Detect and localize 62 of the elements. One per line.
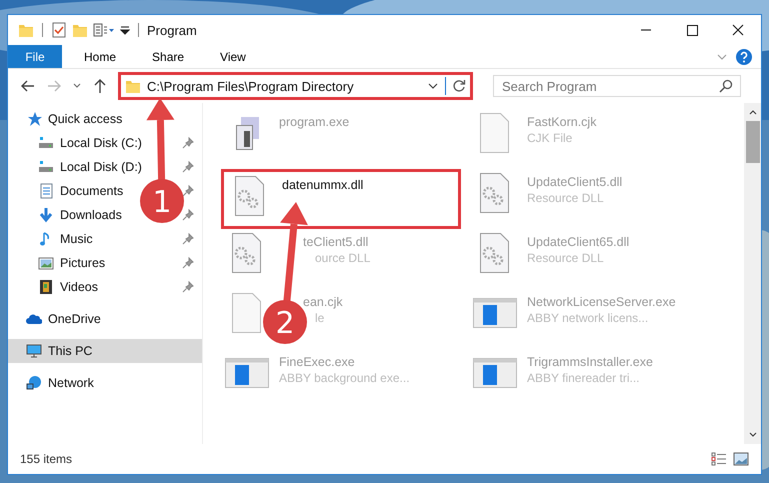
sidebar-item[interactable]: OneDrive: [26, 311, 101, 327]
document-icon: [38, 183, 54, 199]
item-count: 155 items: [20, 452, 72, 466]
file-type: ABBY finereader tri...: [527, 371, 640, 385]
sidebar-item[interactable]: Documents: [38, 183, 124, 199]
picture-icon: [38, 255, 54, 271]
search-icon: [719, 79, 733, 93]
sidebar-item[interactable]: Downloads: [38, 207, 122, 223]
down-arrow-icon: [38, 207, 54, 223]
disk-drive-icon: [38, 159, 54, 175]
star-icon: [26, 111, 42, 127]
refresh-icon[interactable]: [452, 79, 466, 93]
sidebar-item[interactable]: Local Disk (D:): [38, 159, 142, 175]
globe-icon: [26, 375, 42, 391]
film-icon: [38, 279, 54, 295]
disk-drive-icon: [38, 135, 54, 151]
sidebar-item[interactable]: Local Disk (C:): [38, 135, 142, 151]
sidebar-item[interactable]: Videos: [38, 279, 98, 295]
monitor-icon: [26, 343, 42, 359]
forward-arrow-icon[interactable]: [46, 78, 62, 94]
gear-file-icon[interactable]: [232, 233, 262, 273]
file-menu-button[interactable]: File: [8, 45, 62, 68]
ribbon-tab[interactable]: View: [206, 45, 260, 68]
window-title: Program: [147, 22, 197, 38]
sidebar-item[interactable]: Music: [38, 231, 93, 247]
program-icon[interactable]: [236, 116, 258, 150]
large-icons-view-icon[interactable]: [733, 452, 749, 466]
details-view-icon[interactable]: [711, 452, 727, 466]
step-number: 2: [275, 306, 295, 341]
folder-icon: [125, 78, 141, 94]
file-type: Resource DLL: [527, 191, 604, 205]
sidebar-item[interactable]: Quick access: [26, 111, 122, 127]
file-type: ource DLL: [314, 251, 370, 265]
file-name[interactable]: datenummx.dll: [282, 178, 364, 192]
file-type: le: [314, 311, 324, 325]
address-bar[interactable]: C:\Program Files\Program Directory: [118, 72, 473, 100]
gear-file-icon[interactable]: [480, 173, 510, 213]
sidebar-item[interactable]: This PC: [26, 343, 92, 359]
application-window-icon[interactable]: [473, 298, 517, 328]
step-number: 1: [152, 185, 172, 220]
file-type: Resource DLL: [527, 251, 604, 265]
scrollbar[interactable]: [744, 103, 761, 444]
application-window-icon[interactable]: [225, 358, 269, 388]
back-arrow-icon[interactable]: [20, 78, 36, 94]
gear-file-icon[interactable]: [235, 176, 265, 216]
help-icon[interactable]: [736, 48, 752, 64]
file-type: ABBY network licens...: [527, 311, 648, 325]
gear-file-icon[interactable]: [480, 233, 510, 273]
blank-file-icon[interactable]: [480, 113, 510, 153]
search-field[interactable]: Search Program: [493, 75, 741, 97]
ribbon-tab[interactable]: Home: [70, 45, 130, 68]
list-view-icon[interactable]: [93, 22, 115, 38]
properties-icon[interactable]: [51, 22, 67, 38]
sidebar-item[interactable]: Pictures: [38, 255, 106, 271]
ribbon-tab[interactable]: Share: [138, 45, 198, 68]
blank-file-icon[interactable]: [232, 293, 262, 333]
up-arrow-icon[interactable]: [92, 78, 108, 94]
file-type: ABBY background exe...: [279, 371, 410, 385]
scroll-thumb[interactable]: [746, 121, 760, 163]
application-window-icon[interactable]: [473, 358, 517, 388]
file-type: CJK File: [527, 131, 572, 145]
sidebar-item[interactable]: Network: [26, 375, 94, 391]
